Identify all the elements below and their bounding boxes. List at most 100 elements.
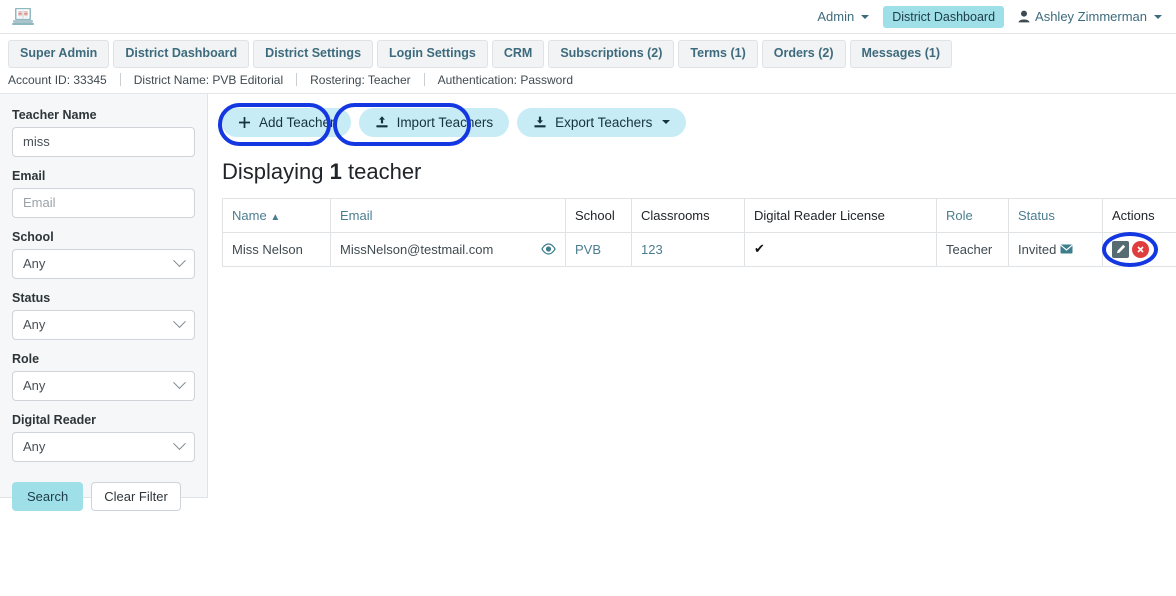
rostering: Rostering: Teacher bbox=[310, 73, 411, 87]
tab-terms[interactable]: Terms (1) bbox=[678, 40, 757, 68]
school-label: School bbox=[12, 230, 195, 244]
tab-orders[interactable]: Orders (2) bbox=[762, 40, 846, 68]
filter-sidebar: Teacher Name miss Email Email School Any… bbox=[0, 94, 208, 498]
chevron-down-icon bbox=[173, 255, 186, 268]
column-header-actions: Actions bbox=[1103, 198, 1176, 232]
meta-divider bbox=[424, 73, 425, 86]
column-header-name-label: Name bbox=[232, 208, 267, 223]
laptop-book-logo[interactable] bbox=[10, 5, 36, 29]
heading-suffix: teacher bbox=[348, 159, 421, 184]
cell-email: MissNelson@testmail.com bbox=[331, 232, 566, 266]
district-dashboard-badge[interactable]: District Dashboard bbox=[883, 6, 1004, 28]
main-content: Add Teacher Import Teachers Export Teach… bbox=[208, 94, 1176, 267]
export-teachers-button[interactable]: Export Teachers bbox=[517, 108, 686, 137]
import-teachers-label: Import Teachers bbox=[397, 115, 494, 130]
sort-ascending-icon: ▲ bbox=[270, 212, 280, 223]
top-bar-right: Admin District Dashboard Ashley Zimmerma… bbox=[817, 6, 1166, 28]
email-label: Email bbox=[12, 169, 195, 183]
cell-actions bbox=[1103, 232, 1176, 266]
chevron-down-icon bbox=[173, 316, 186, 329]
clear-filter-button[interactable]: Clear Filter bbox=[91, 482, 181, 511]
tab-strip: Super Admin District Dashboard District … bbox=[0, 34, 1176, 68]
authentication: Authentication: Password bbox=[438, 73, 573, 87]
column-header-status[interactable]: Status bbox=[1009, 198, 1103, 232]
role-select-value: Any bbox=[23, 378, 45, 393]
search-button[interactable]: Search bbox=[12, 482, 83, 511]
page-title: Displaying 1 teacher bbox=[222, 159, 1176, 185]
email-input[interactable]: Email bbox=[12, 188, 195, 218]
tab-district-dashboard[interactable]: District Dashboard bbox=[113, 40, 249, 68]
export-teachers-label: Export Teachers bbox=[555, 115, 652, 130]
tab-login-settings[interactable]: Login Settings bbox=[377, 40, 488, 68]
chevron-down-icon bbox=[173, 438, 186, 451]
cell-school: PVB bbox=[566, 232, 632, 266]
table-row: Miss Nelson MissNelson@testmail.com PVB … bbox=[223, 232, 1176, 266]
column-header-name[interactable]: Name ▲ bbox=[223, 198, 331, 232]
admin-menu-label: Admin bbox=[817, 9, 854, 24]
teachers-table: Name ▲ Email School Classrooms Digital R… bbox=[222, 198, 1176, 267]
school-select[interactable]: Any bbox=[12, 249, 195, 279]
teacher-name-label: Teacher Name bbox=[12, 108, 195, 122]
teacher-name-input[interactable]: miss bbox=[12, 127, 195, 157]
import-teachers-button[interactable]: Import Teachers bbox=[359, 108, 510, 137]
cell-name: Miss Nelson bbox=[223, 232, 331, 266]
district-name: District Name: PVB Editorial bbox=[134, 73, 283, 87]
digital-reader-select[interactable]: Any bbox=[12, 432, 195, 462]
edit-row-button[interactable] bbox=[1112, 241, 1129, 258]
role-label: Role bbox=[12, 352, 195, 366]
download-icon bbox=[533, 115, 547, 129]
pencil-icon bbox=[1116, 244, 1126, 254]
tab-messages[interactable]: Messages (1) bbox=[850, 40, 953, 68]
tab-district-settings[interactable]: District Settings bbox=[253, 40, 373, 68]
column-header-school: School bbox=[566, 198, 632, 232]
top-bar: Admin District Dashboard Ashley Zimmerma… bbox=[0, 0, 1176, 34]
digital-reader-select-value: Any bbox=[23, 439, 45, 454]
column-header-classrooms: Classrooms bbox=[632, 198, 745, 232]
admin-menu[interactable]: Admin bbox=[817, 9, 869, 24]
delete-x-icon bbox=[1136, 245, 1145, 254]
account-id: Account ID: 33345 bbox=[8, 73, 107, 87]
filter-buttons: Search Clear Filter bbox=[12, 482, 195, 511]
cell-email-value: MissNelson@testmail.com bbox=[340, 242, 493, 257]
meta-divider bbox=[120, 73, 121, 86]
status-select-value: Any bbox=[23, 317, 45, 332]
tab-crm[interactable]: CRM bbox=[492, 40, 544, 68]
cell-classrooms[interactable]: 123 bbox=[632, 232, 745, 266]
digital-reader-label: Digital Reader bbox=[12, 413, 195, 427]
user-menu[interactable]: Ashley Zimmerman bbox=[1018, 9, 1162, 24]
add-teacher-button[interactable]: Add Teacher bbox=[222, 108, 351, 137]
chevron-down-icon bbox=[173, 377, 186, 390]
account-meta-strip: Account ID: 33345 District Name: PVB Edi… bbox=[0, 68, 1176, 94]
chevron-down-icon bbox=[1154, 15, 1162, 19]
cell-digital-reader-license: ✔ bbox=[745, 232, 937, 266]
delete-row-button[interactable] bbox=[1132, 241, 1149, 258]
status-label: Status bbox=[12, 291, 195, 305]
chevron-down-icon bbox=[662, 120, 670, 124]
chevron-down-icon bbox=[861, 15, 869, 19]
envelope-icon bbox=[1060, 244, 1073, 254]
heading-prefix: Displaying bbox=[222, 159, 324, 184]
column-header-digital-reader-license: Digital Reader License bbox=[745, 198, 937, 232]
action-toolbar: Add Teacher Import Teachers Export Teach… bbox=[222, 108, 1176, 137]
meta-divider bbox=[296, 73, 297, 86]
tab-subscriptions[interactable]: Subscriptions (2) bbox=[548, 40, 674, 68]
plus-icon bbox=[238, 116, 251, 129]
school-select-value: Any bbox=[23, 256, 45, 271]
add-teacher-label: Add Teacher bbox=[259, 115, 335, 130]
cell-status-value: Invited bbox=[1018, 242, 1056, 257]
cell-status: Invited bbox=[1009, 232, 1103, 266]
upload-icon bbox=[375, 115, 389, 129]
user-menu-label: Ashley Zimmerman bbox=[1035, 9, 1147, 24]
tab-super-admin[interactable]: Super Admin bbox=[8, 40, 109, 68]
role-select[interactable]: Any bbox=[12, 371, 195, 401]
cell-role: Teacher bbox=[937, 232, 1009, 266]
eye-icon bbox=[541, 243, 556, 255]
status-select[interactable]: Any bbox=[12, 310, 195, 340]
column-header-role[interactable]: Role bbox=[937, 198, 1009, 232]
row-action-buttons bbox=[1112, 241, 1175, 258]
person-icon bbox=[1018, 10, 1030, 23]
column-header-email[interactable]: Email bbox=[331, 198, 566, 232]
page-body: Teacher Name miss Email Email School Any… bbox=[0, 94, 1176, 596]
heading-count: 1 bbox=[330, 159, 342, 184]
table-header-row: Name ▲ Email School Classrooms Digital R… bbox=[223, 198, 1176, 232]
